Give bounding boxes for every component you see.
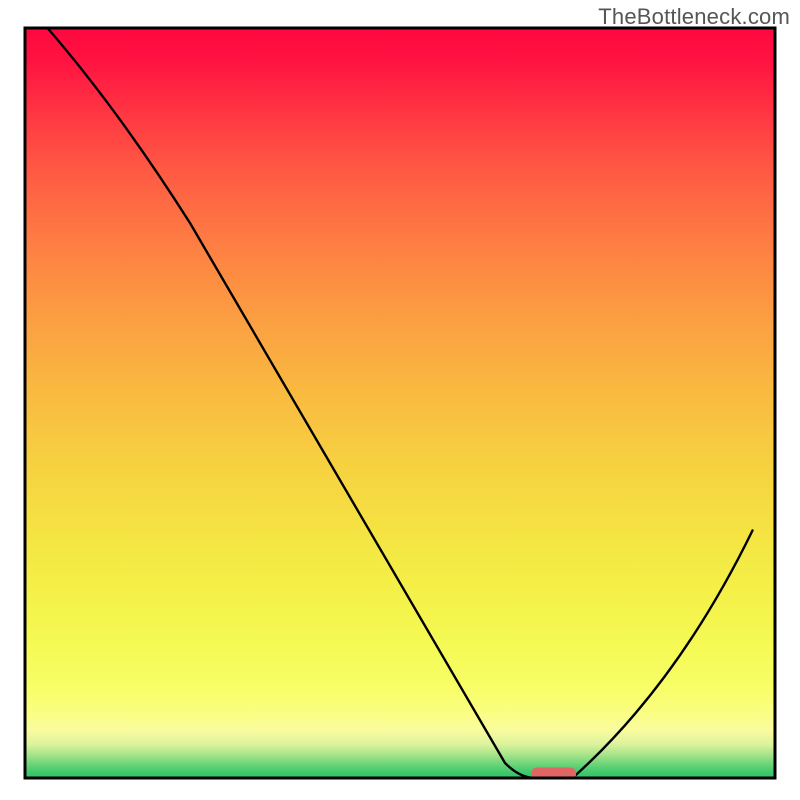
watermark-text: TheBottleneck.com <box>598 4 790 30</box>
chart-container: TheBottleneck.com <box>0 0 800 800</box>
chart-svg <box>0 0 800 800</box>
chart-background <box>25 28 775 778</box>
